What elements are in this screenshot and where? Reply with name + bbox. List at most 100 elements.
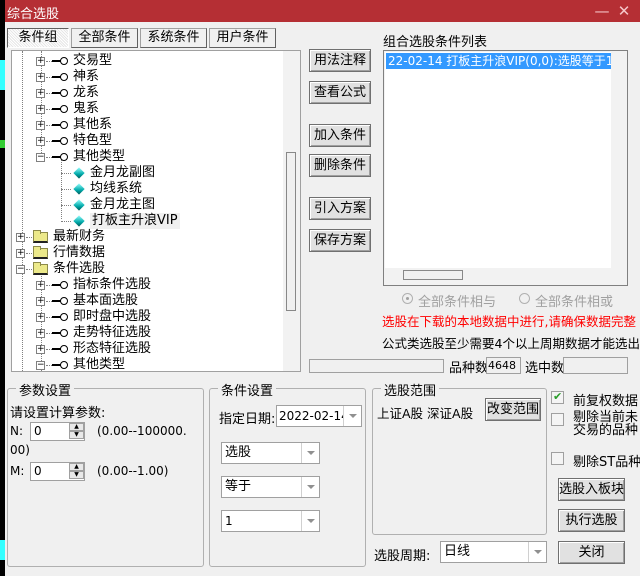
field-dropdown-icon[interactable] [301, 443, 319, 463]
tree-node[interactable]: + 龙系 [12, 85, 282, 101]
tab-all-conditions[interactable]: 全部条件 [71, 28, 138, 48]
all-and-radio[interactable] [402, 293, 413, 304]
tree-node[interactable]: + 基本面选股 [12, 293, 282, 309]
tree-node[interactable]: + 神系 [12, 69, 282, 85]
change-scope-button[interactable]: 改变范围 [485, 398, 541, 421]
tree-node[interactable]: + 指标条件选股 [12, 277, 282, 293]
tree-node-label[interactable]: 打板主升浪VIP [90, 213, 180, 229]
expand-icon[interactable]: + [36, 345, 45, 354]
tree-node[interactable]: − 其他类型 [12, 149, 282, 165]
tree-node-label[interactable]: 特色型 [73, 133, 112, 149]
expand-icon[interactable]: + [36, 281, 45, 290]
tree-node[interactable]: + 最新财务 [12, 229, 282, 245]
expand-icon[interactable]: + [36, 313, 45, 322]
tree-node-label[interactable]: 均线系统 [90, 181, 142, 197]
m-spin-up[interactable]: ▲ [69, 463, 84, 471]
view-formula-button[interactable]: 查看公式 [309, 81, 371, 104]
close-button[interactable]: 关闭 [558, 541, 625, 564]
tree-node[interactable]: 金月龙主图 [12, 197, 282, 213]
tree-node-label[interactable]: 即时盘中选股 [73, 309, 151, 325]
tree-node[interactable]: 均线系统 [12, 181, 282, 197]
expand-icon[interactable]: + [16, 233, 25, 242]
tree-node-label[interactable]: 其他系 [73, 117, 112, 133]
tree-node-label[interactable]: 神系 [73, 69, 99, 85]
collapse-icon[interactable]: − [36, 361, 45, 370]
tree-vertical-scrollbar[interactable] [283, 51, 300, 371]
collapse-icon[interactable]: − [36, 153, 45, 162]
expand-icon[interactable]: + [36, 57, 45, 66]
tree-node[interactable]: − 条件选股 [12, 261, 282, 277]
tree-node-label[interactable]: 最新财务 [53, 229, 105, 245]
operator-dropdown-icon[interactable] [301, 477, 319, 497]
tree-node-label[interactable]: 其他类型 [73, 357, 125, 371]
pre-adjust-checkbox[interactable] [551, 390, 564, 404]
tree-node[interactable]: 打板主升浪VIP [12, 213, 282, 229]
expand-icon[interactable]: + [16, 249, 25, 258]
save-plan-button[interactable]: 保存方案 [309, 229, 371, 252]
m-spin-down[interactable]: ▼ [69, 471, 84, 479]
tab-condition-group[interactable]: 条件组 [7, 28, 69, 48]
tree-node-label[interactable]: 走势特征选股 [73, 325, 151, 341]
period-dropdown-icon[interactable] [528, 542, 546, 562]
tree-node-label[interactable]: 形态特征选股 [73, 341, 151, 357]
all-or-radio[interactable] [519, 293, 530, 304]
condition-list[interactable]: 22-02-14 打板主升浪VIP(0,0):选股等于1 [383, 50, 628, 286]
operator-select[interactable]: 等于 [221, 476, 320, 498]
tree-node[interactable]: − 其他类型 [12, 357, 282, 371]
period-select[interactable]: 日线 [440, 541, 547, 563]
date-dropdown-icon[interactable] [343, 406, 361, 426]
tree-node-label[interactable]: 基本面选股 [73, 293, 138, 309]
n-spin-up[interactable]: ▲ [69, 423, 84, 431]
save-to-block-button[interactable]: 选股入板块 [558, 478, 625, 501]
tree-node[interactable]: + 行情数据 [12, 245, 282, 261]
tree-node-label[interactable]: 交易型 [73, 53, 112, 69]
close-icon[interactable]: ✕ [614, 1, 634, 21]
exclude-st-checkbox[interactable] [551, 452, 564, 465]
tree-node[interactable]: 金月龙副图 [12, 165, 282, 181]
value-select[interactable]: 1 [221, 510, 320, 532]
value-dropdown-icon[interactable] [301, 511, 319, 531]
n-spin-down[interactable]: ▼ [69, 431, 84, 439]
tree-node[interactable]: + 形态特征选股 [12, 341, 282, 357]
expand-icon[interactable]: + [36, 105, 45, 114]
tree-node[interactable]: + 走势特征选股 [12, 325, 282, 341]
tree-node[interactable]: + 鬼系 [12, 101, 282, 117]
tree-node-label[interactable]: 条件选股 [53, 261, 105, 277]
expand-icon[interactable]: + [36, 297, 45, 306]
collapse-icon[interactable]: − [16, 265, 25, 274]
tree-node[interactable]: + 其他系 [12, 117, 282, 133]
tree-node-label[interactable]: 金月龙主图 [90, 197, 155, 213]
condition-tree[interactable]: + 交易型 + 神系 + 龙系 + 鬼系 + 其他系 + 特色型 − 其他类型 金月龙副图 均线系统 金月龙主图… [11, 50, 301, 372]
tree-node-label[interactable]: 龙系 [73, 85, 99, 101]
title-bar[interactable]: 综合选股 — ✕ [5, 0, 640, 22]
tree-node-label[interactable]: 行情数据 [53, 245, 105, 261]
date-picker[interactable]: 2022-02-14 [276, 405, 362, 427]
tab-user-conditions[interactable]: 用户条件 [209, 28, 276, 48]
n-input[interactable]: 0 ▲ ▼ [30, 422, 85, 441]
tree-node[interactable]: + 交易型 [12, 53, 282, 69]
add-condition-button[interactable]: 加入条件 [309, 124, 371, 147]
usage-note-button[interactable]: 用法注释 [309, 49, 371, 72]
tree-node-label[interactable]: 金月龙副图 [90, 165, 155, 181]
minimize-icon[interactable]: — [592, 1, 612, 21]
field-select[interactable]: 选股 [221, 442, 320, 464]
tree-node-label[interactable]: 鬼系 [73, 101, 99, 117]
expand-icon[interactable]: + [36, 121, 45, 130]
tree-node[interactable]: + 即时盘中选股 [12, 309, 282, 325]
expand-icon[interactable]: + [36, 89, 45, 98]
delete-condition-button[interactable]: 删除条件 [309, 154, 371, 177]
m-input[interactable]: 0 ▲ ▼ [30, 462, 85, 481]
tree-node[interactable]: + 特色型 [12, 133, 282, 149]
tab-system-conditions[interactable]: 系统条件 [140, 28, 207, 48]
import-plan-button[interactable]: 引入方案 [309, 197, 371, 220]
list-horizontal-scroll-thumb[interactable] [403, 270, 463, 280]
tree-node-label[interactable]: 指标条件选股 [73, 277, 151, 293]
expand-icon[interactable]: + [36, 329, 45, 338]
expand-icon[interactable]: + [36, 137, 45, 146]
tree-scroll-thumb[interactable] [286, 152, 296, 311]
execute-selection-button[interactable]: 执行选股 [558, 509, 625, 532]
tree-node-label[interactable]: 其他类型 [73, 149, 125, 165]
condition-list-item[interactable]: 22-02-14 打板主升浪VIP(0,0):选股等于1 [386, 53, 611, 69]
expand-icon[interactable]: + [36, 73, 45, 82]
exclude-untraded-checkbox[interactable] [551, 413, 564, 426]
